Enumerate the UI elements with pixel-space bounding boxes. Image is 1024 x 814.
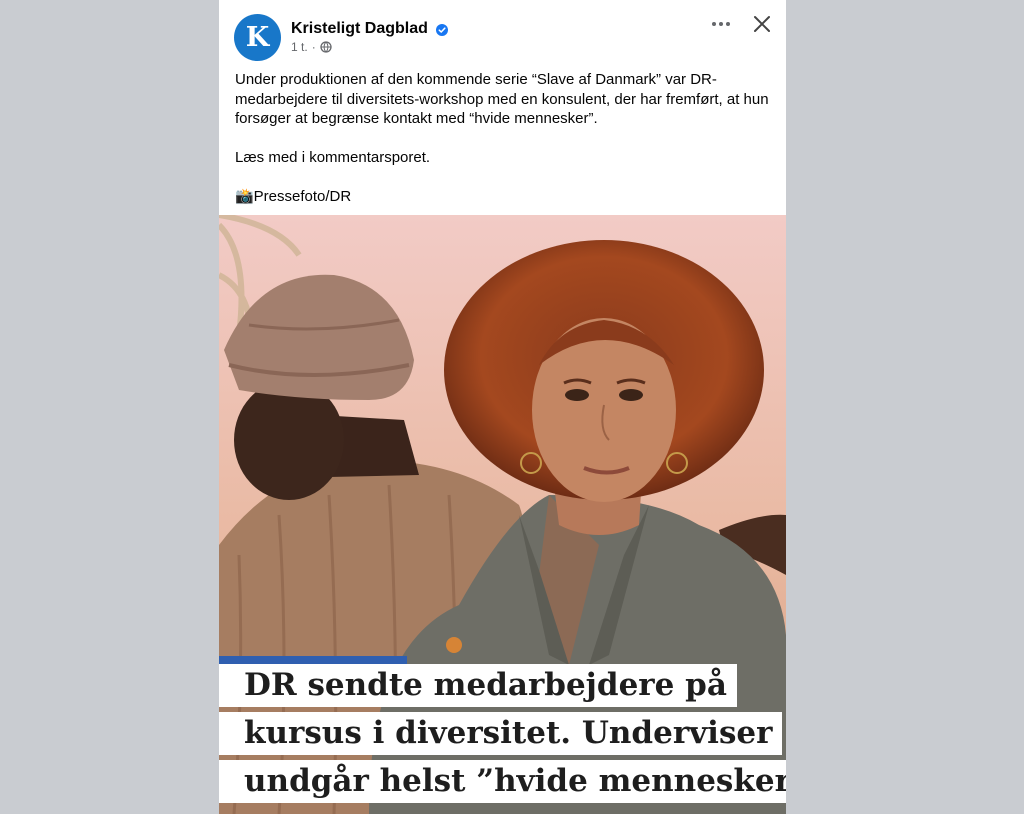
post-meta: 1 t. · — [291, 40, 332, 54]
post-caption: Under produktionen af den kommende serie… — [235, 70, 775, 207]
more-options-button[interactable] — [709, 13, 733, 35]
ellipsis-icon — [712, 22, 730, 26]
avatar-letter: K — [245, 22, 270, 53]
headline-accent-bar — [219, 656, 407, 664]
headline-line[interactable]: kursus i diversitet. Underviser — [219, 712, 783, 755]
caption-photo-credit: 📸Pressefoto/DR — [235, 187, 352, 205]
headline-line[interactable]: DR sendte medarbejdere på — [219, 664, 737, 707]
caption-read-more: Læs med i kommentarsporet. — [235, 149, 431, 167]
page-avatar[interactable]: K — [234, 14, 281, 61]
page-name-link[interactable]: Kristeligt Dagblad — [291, 20, 428, 38]
verified-badge-icon — [436, 24, 448, 36]
post-timestamp[interactable]: 1 t. — [291, 40, 308, 54]
headline-line[interactable]: undgår helst ”hvide mennesker” — [219, 760, 786, 803]
close-button[interactable] — [750, 12, 774, 36]
caption-paragraph: Under produktionen af den kommende serie… — [235, 71, 769, 128]
meta-separator: · — [311, 40, 316, 54]
facebook-post: K Kristeligt Dagblad 1 t. · Under produk… — [219, 0, 786, 814]
post-header: K Kristeligt Dagblad 1 t. · — [219, 0, 786, 62]
globe-icon — [320, 41, 332, 53]
